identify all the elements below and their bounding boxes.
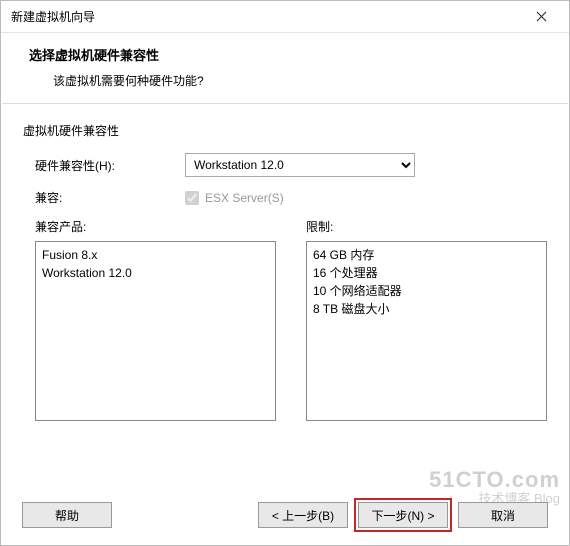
products-label: 兼容产品:	[35, 218, 276, 235]
compat-row: 兼容: ESX Server(S)	[23, 189, 547, 206]
lists-row: 兼容产品: Fusion 8.x Workstation 12.0 限制: 64…	[23, 218, 547, 421]
products-listbox[interactable]: Fusion 8.x Workstation 12.0	[35, 241, 276, 421]
page-subtitle: 该虚拟机需要何种硬件功能?	[29, 72, 555, 89]
esx-checkbox	[185, 191, 199, 205]
hw-compat-select[interactable]: Workstation 12.0	[185, 153, 415, 177]
titlebar: 新建虚拟机向导	[1, 1, 569, 33]
wizard-window: 新建虚拟机向导 选择虚拟机硬件兼容性 该虚拟机需要何种硬件功能? 虚拟机硬件兼容…	[0, 0, 570, 546]
list-item: Workstation 12.0	[42, 264, 269, 282]
list-item: 10 个网络适配器	[313, 282, 540, 300]
hw-compat-row: 硬件兼容性(H): Workstation 12.0	[23, 153, 547, 177]
watermark-line1: 51CTO.com	[429, 468, 560, 492]
limits-label: 限制:	[306, 218, 547, 235]
help-button[interactable]: 帮助	[22, 502, 112, 528]
limits-column: 限制: 64 GB 内存 16 个处理器 10 个网络适配器 8 TB 磁盘大小	[306, 218, 547, 421]
compat-label: 兼容:	[35, 189, 185, 206]
hw-compat-label: 硬件兼容性(H):	[35, 157, 185, 174]
list-item: 16 个处理器	[313, 264, 540, 282]
back-button[interactable]: < 上一步(B)	[258, 502, 348, 528]
section-legend: 虚拟机硬件兼容性	[23, 122, 547, 139]
cancel-button[interactable]: 取消	[458, 502, 548, 528]
wizard-header: 选择虚拟机硬件兼容性 该虚拟机需要何种硬件功能?	[1, 33, 569, 103]
close-icon	[536, 11, 547, 22]
limits-listbox[interactable]: 64 GB 内存 16 个处理器 10 个网络适配器 8 TB 磁盘大小	[306, 241, 547, 421]
page-title: 选择虚拟机硬件兼容性	[29, 45, 555, 64]
right-buttons: < 上一步(B) 下一步(N) > 取消	[258, 498, 548, 532]
list-item: 64 GB 内存	[313, 246, 540, 264]
next-highlight: 下一步(N) >	[354, 498, 452, 532]
close-button[interactable]	[521, 3, 561, 31]
list-item: Fusion 8.x	[42, 246, 269, 264]
button-bar: 帮助 < 上一步(B) 下一步(N) > 取消	[0, 498, 570, 532]
list-item: 8 TB 磁盘大小	[313, 300, 540, 318]
next-button[interactable]: 下一步(N) >	[358, 502, 448, 528]
window-title: 新建虚拟机向导	[11, 8, 95, 25]
esx-label: ESX Server(S)	[205, 191, 284, 205]
products-column: 兼容产品: Fusion 8.x Workstation 12.0	[35, 218, 276, 421]
content-area: 虚拟机硬件兼容性 硬件兼容性(H): Workstation 12.0 兼容: …	[1, 104, 569, 431]
